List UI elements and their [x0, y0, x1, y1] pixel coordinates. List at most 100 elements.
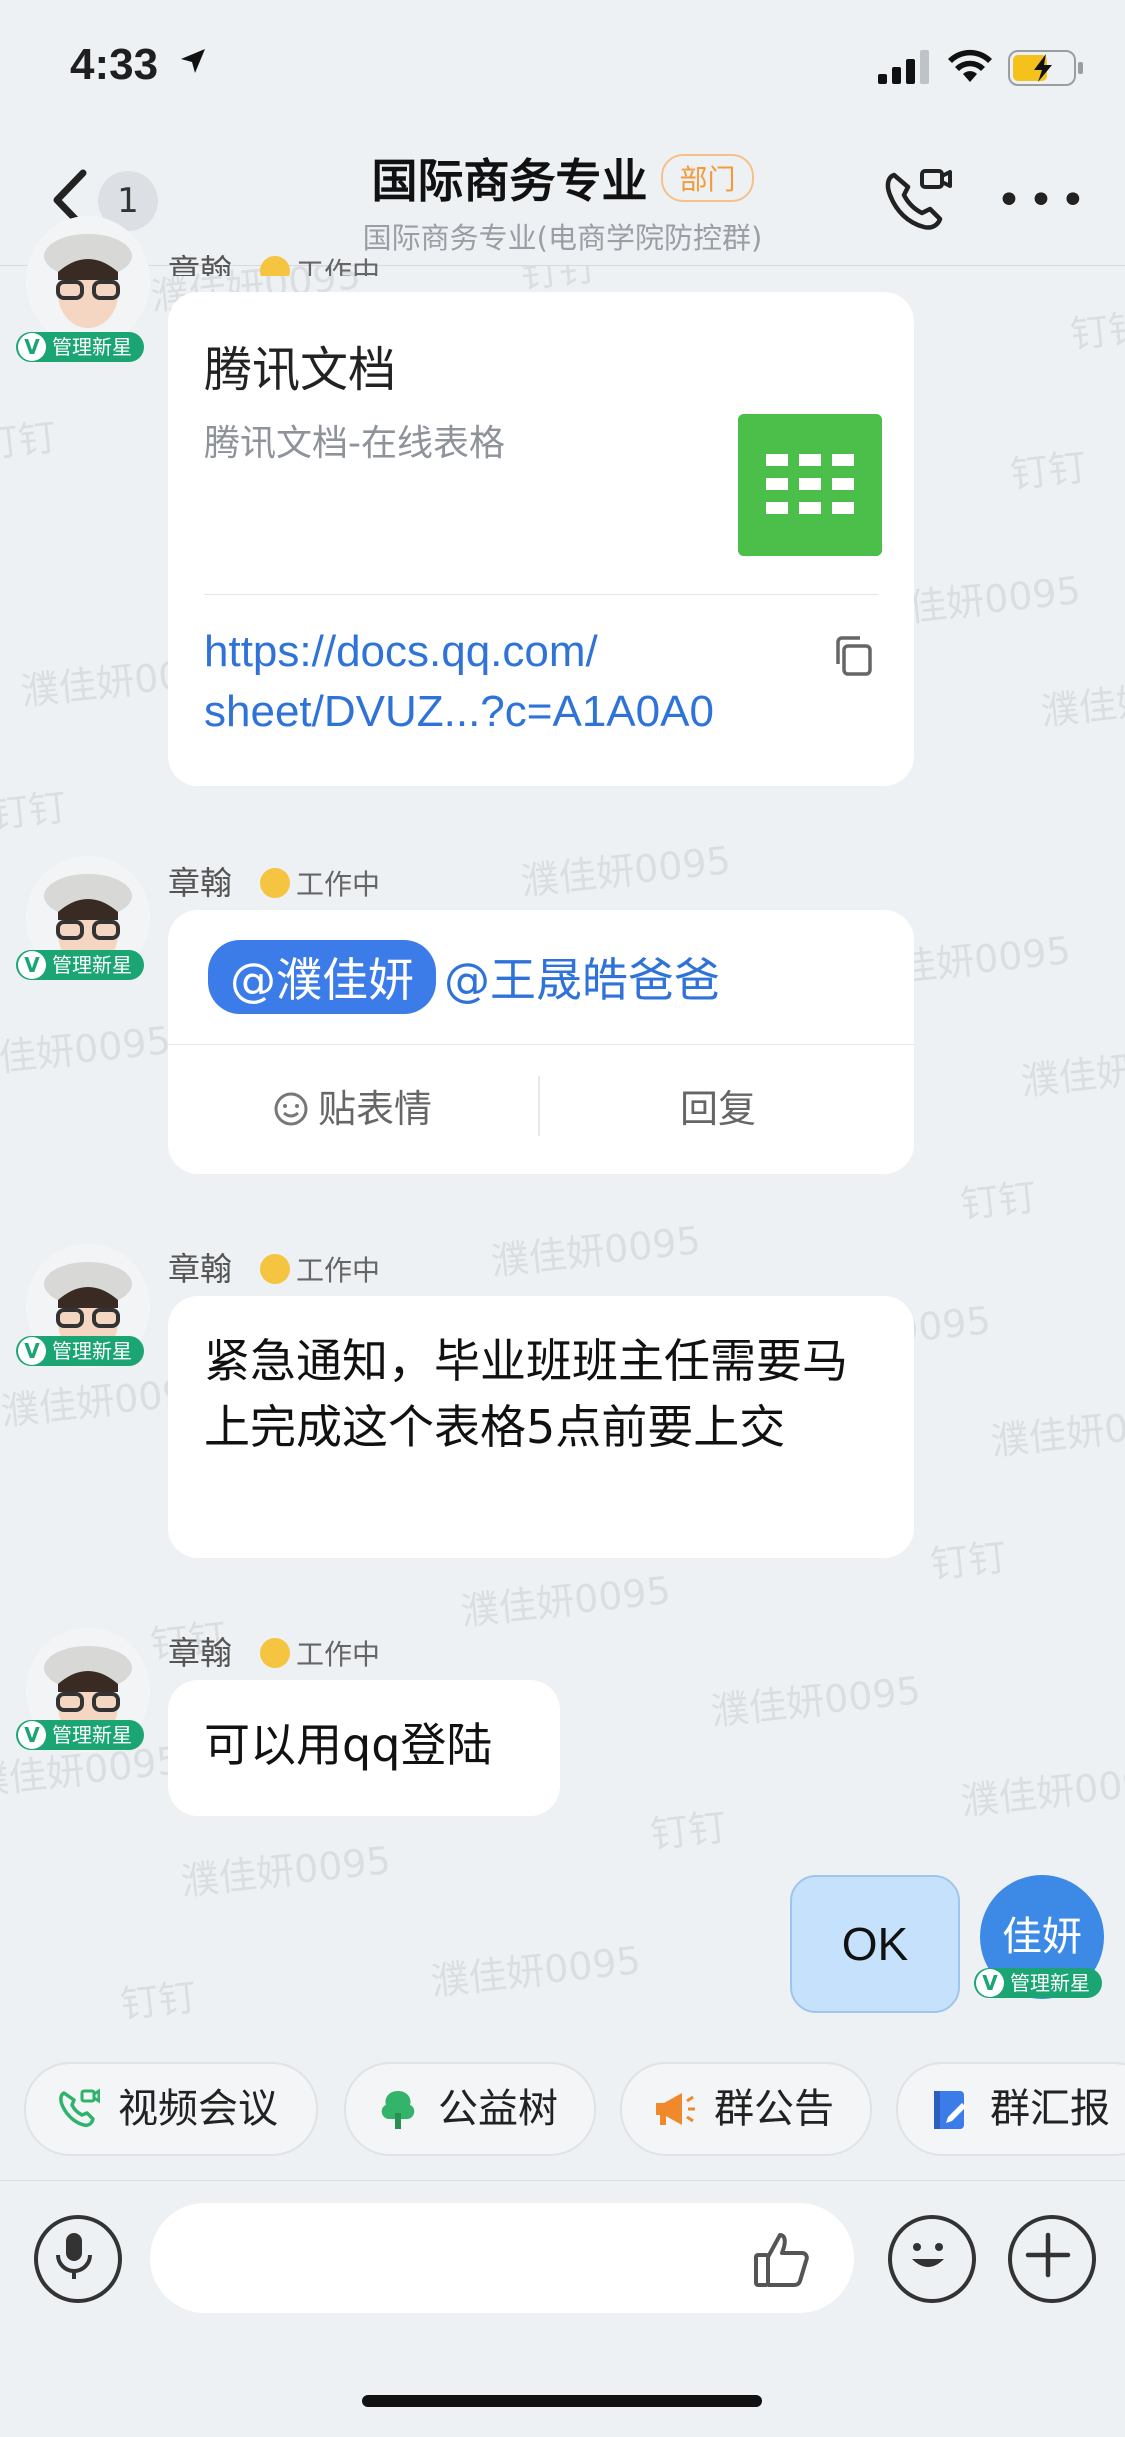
own-message[interactable]: OK — [790, 1875, 960, 2013]
text-message[interactable]: 紧急通知，毕业班班主任需要马上完成这个表格5点前要上交 — [168, 1296, 914, 1558]
watermark-text: 钉钉 — [648, 1805, 729, 1857]
sender-status: 工作中 — [296, 256, 381, 276]
status-time: 4:33 — [70, 40, 159, 89]
copy-icon[interactable] — [832, 634, 876, 678]
wifi-icon — [948, 49, 992, 82]
mention-row: @濮佳妍 @王晟皓爸爸 — [208, 940, 720, 1014]
mention-self[interactable]: @濮佳妍 — [208, 940, 436, 1014]
doc-subtitle: 腾讯文档-在线表格 — [204, 423, 505, 464]
watermark-text: 濮佳妍0095 — [708, 1668, 923, 1734]
thumbs-up-icon[interactable] — [750, 2227, 814, 2291]
message-input[interactable] — [150, 2203, 854, 2313]
watermark-text: 濮佳妍0095 — [0, 1018, 173, 1084]
watermark-text: 濮佳妍0095 — [458, 1568, 673, 1634]
microphone-icon — [56, 2233, 92, 2279]
watermark-text: 濮佳妍0095 — [1018, 1038, 1125, 1104]
megaphone-icon — [656, 2093, 695, 2125]
message-text: 紧急通知，毕业班班主任需要马上完成这个表格5点前要上交 — [204, 1334, 848, 1454]
mention-message[interactable]: @濮佳妍 @王晟皓爸爸 贴表情 回复 — [168, 910, 914, 1174]
chip-announcement[interactable]: 群公告 — [620, 2062, 872, 2156]
status-emoji-icon — [260, 1638, 291, 1668]
chat-title[interactable]: 国际商务专业 部门 — [0, 145, 1125, 211]
doc-card[interactable]: 腾讯文档 腾讯文档-在线表格 https://docs.qq.com/ shee… — [168, 292, 914, 786]
sender-status: 工作中 — [296, 868, 381, 901]
doc-link[interactable]: https://docs.qq.com/ sheet/DVUZ...?c=A1A… — [204, 622, 764, 742]
spreadsheet-icon — [738, 414, 882, 556]
chip-charity-tree[interactable]: 公益树 — [344, 2062, 596, 2156]
reply-button[interactable]: 回复 — [680, 1078, 756, 1133]
chip-label: 群公告 — [714, 2086, 834, 2132]
watermark-text: 钉钉 — [958, 1175, 1039, 1227]
status-emoji-icon — [260, 1254, 291, 1284]
signal-icon — [878, 50, 929, 84]
more-options-icon[interactable]: ••• — [996, 179, 1092, 223]
message-sender: 章翰 工作中 — [168, 1244, 380, 1290]
watermark-text: 濮佳妍0095 — [1038, 668, 1125, 734]
sticker-icon — [274, 1092, 308, 1126]
phone-video-call-icon[interactable] — [880, 165, 952, 237]
sender-name: 章翰 — [168, 1634, 233, 1672]
watermark-text: 濮佳妍0095 — [428, 1938, 643, 2004]
input-bar — [0, 2180, 1125, 2437]
watermark-text: 钉钉 — [1068, 305, 1125, 357]
sender-status: 工作中 — [296, 1254, 381, 1287]
home-indicator — [362, 2395, 762, 2407]
group-name: 国际商务专业 — [371, 154, 648, 208]
role-label: 管理新星 — [52, 1723, 132, 1747]
chip-label: 群汇报 — [990, 2086, 1110, 2132]
video-meeting-icon — [59, 2088, 100, 2127]
add-button[interactable] — [1008, 2215, 1096, 2303]
mention-other[interactable]: @王晟皓爸爸 — [444, 953, 720, 1007]
verified-v-icon: V — [18, 1337, 46, 1365]
emoji-icon — [912, 2243, 944, 2267]
watermark-text: 濮佳妍0095 — [178, 1838, 393, 1904]
voice-button[interactable] — [34, 2215, 122, 2303]
link-line: sheet/DVUZ...?c=A1A0A0 — [204, 687, 714, 736]
message-sender: 章翰 工作中 — [168, 1628, 380, 1674]
department-tag: 部门 — [661, 154, 754, 202]
message-sender: 章翰 工作中 — [168, 858, 380, 904]
emoji-button[interactable] — [888, 2215, 976, 2303]
react-button[interactable]: 贴表情 — [272, 1078, 432, 1133]
role-badge: V 管理新星 — [16, 1720, 144, 1750]
text-message[interactable]: 可以用qq登陆 — [168, 1680, 560, 1816]
watermark-text: 钉钉 — [0, 415, 59, 467]
react-label: 贴表情 — [318, 1087, 433, 1131]
verified-v-icon: V — [18, 1721, 46, 1749]
verified-v-icon: V — [18, 333, 46, 361]
location-arrow-icon — [181, 49, 205, 73]
avatar[interactable] — [26, 216, 150, 346]
watermark-text: 钉钉 — [0, 785, 69, 837]
verified-v-icon: V — [18, 951, 46, 979]
role-badge: V 管理新星 — [16, 1336, 144, 1366]
role-label: 管理新星 — [52, 335, 132, 359]
message-sender: 章翰 工作中 — [168, 246, 380, 276]
chip-label: 公益树 — [438, 2086, 558, 2132]
verified-v-icon: V — [976, 1969, 1004, 1997]
doc-title: 腾讯文档 — [204, 342, 397, 398]
divider — [538, 1076, 540, 1136]
watermark-text: 濮佳妍0095 — [958, 1758, 1125, 1824]
status-emoji-icon — [260, 868, 291, 898]
link-line: https://docs.qq.com/ — [204, 627, 598, 676]
watermark-text: 濮佳妍0095 — [488, 1218, 703, 1284]
chip-group-report[interactable]: 群汇报 — [896, 2062, 1125, 2156]
sender-name: 章翰 — [168, 1250, 233, 1288]
status-emoji-icon — [260, 256, 291, 276]
status-bar: 4:33 — [0, 0, 1125, 135]
sender-name: 章翰 — [168, 864, 233, 902]
divider — [168, 1044, 914, 1045]
watermark-text: 钉钉 — [1008, 445, 1089, 497]
role-label: 管理新星 — [52, 1339, 132, 1363]
plus-icon — [1025, 2232, 1071, 2278]
watermark-text: 钉钉 — [118, 1975, 199, 2027]
chip-video-meeting[interactable]: 视频会议 — [24, 2062, 318, 2156]
message-text: 可以用qq登陆 — [204, 1718, 493, 1772]
role-badge: V 管理新星 — [16, 332, 144, 362]
role-label: 管理新星 — [1010, 1971, 1090, 1995]
sender-status: 工作中 — [296, 1638, 381, 1671]
watermark-text: 钉钉 — [928, 1535, 1009, 1587]
divider — [204, 594, 878, 595]
chip-label: 视频会议 — [118, 2086, 278, 2132]
sender-name: 章翰 — [168, 252, 233, 276]
